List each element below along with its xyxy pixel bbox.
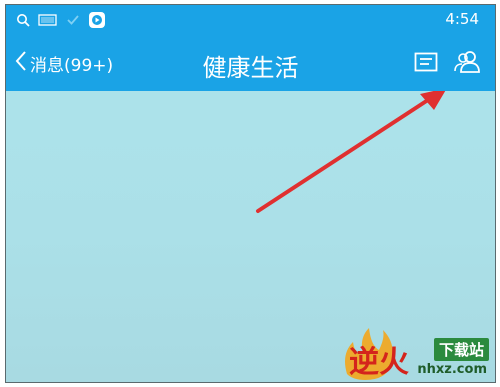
nav-bar: 消息(99+) 健康生活 (6, 37, 495, 91)
card-list-button[interactable] (411, 50, 441, 78)
status-icons (16, 11, 106, 29)
phone-screen: 4:54 消息(99+) 健康生活 逆火 下载站 nhxz.com (5, 4, 496, 383)
back-label: 消息(99+) (30, 56, 114, 76)
watermark: 逆火 下载站 nhxz.com (335, 324, 495, 382)
app-notification-icon (88, 11, 106, 29)
watermark-brand: 逆火 (349, 345, 409, 380)
content-area: 逆火 下载站 nhxz.com (6, 91, 495, 382)
back-button[interactable]: 消息(99+) (14, 50, 113, 77)
profile-button[interactable] (453, 50, 483, 78)
profile-people-icon (453, 50, 483, 78)
search-icon (16, 13, 30, 27)
battery-100-icon (38, 13, 58, 27)
watermark-badge: 下载站 (433, 338, 489, 361)
status-bar: 4:54 (6, 5, 495, 37)
card-list-icon (414, 52, 438, 76)
status-time: 4:54 (445, 10, 479, 28)
check-icon (66, 14, 80, 26)
watermark-domain: nhxz.com (417, 362, 487, 377)
chevron-left-icon (14, 50, 28, 77)
